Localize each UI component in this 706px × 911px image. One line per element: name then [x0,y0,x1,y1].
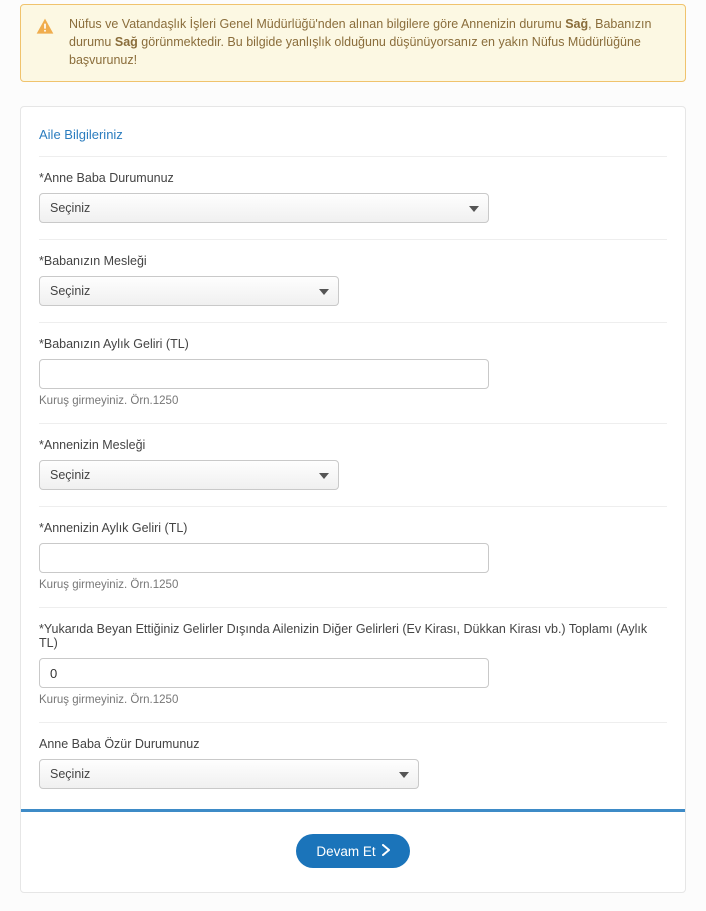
family-info-panel: Aile Bilgileriniz *Anne Baba Durumunuz S… [20,106,686,893]
section-title: Aile Bilgileriniz [39,121,667,156]
input-mother-income[interactable] [39,543,489,573]
label-parents-status: *Anne Baba Durumunuz [39,171,667,185]
select-mother-job[interactable]: Seçiniz [39,460,339,490]
label-other-income: *Yukarıda Beyan Ettiğiniz Gelirler Dışın… [39,622,667,650]
button-row: Devam Et [39,812,667,868]
warning-message: Nüfus ve Vatandaşlık İşleri Genel Müdürl… [69,15,671,69]
select-disability[interactable]: Seçiniz [39,759,419,789]
label-mother-job: *Annenizin Mesleği [39,438,667,452]
field-other-income: *Yukarıda Beyan Ettiğiniz Gelirler Dışın… [39,607,667,722]
label-father-job: *Babanızın Mesleği [39,254,667,268]
input-other-income[interactable] [39,658,489,688]
label-father-income: *Babanızın Aylık Geliri (TL) [39,337,667,351]
select-father-job[interactable]: Seçiniz [39,276,339,306]
field-mother-income: *Annenizin Aylık Geliri (TL) Kuruş girme… [39,506,667,607]
field-disability: Anne Baba Özür Durumunuz Seçiniz [39,722,667,805]
field-father-job: *Babanızın Mesleği Seçiniz [39,239,667,322]
help-father-income: Kuruş girmeyiniz. Örn.1250 [39,395,667,407]
help-other-income: Kuruş girmeyiniz. Örn.1250 [39,694,667,706]
label-disability: Anne Baba Özür Durumunuz [39,737,667,751]
warning-alert: Nüfus ve Vatandaşlık İşleri Genel Müdürl… [20,4,686,82]
field-parents-status: *Anne Baba Durumunuz Seçiniz [39,156,667,239]
continue-button[interactable]: Devam Et [296,834,409,868]
chevron-right-icon [382,844,390,859]
label-mother-income: *Annenizin Aylık Geliri (TL) [39,521,667,535]
field-father-income: *Babanızın Aylık Geliri (TL) Kuruş girme… [39,322,667,423]
field-mother-job: *Annenizin Mesleği Seçiniz [39,423,667,506]
input-father-income[interactable] [39,359,489,389]
continue-button-label: Devam Et [316,844,375,859]
help-mother-income: Kuruş girmeyiniz. Örn.1250 [39,579,667,591]
select-parents-status[interactable]: Seçiniz [39,193,489,223]
warning-icon [35,17,55,37]
